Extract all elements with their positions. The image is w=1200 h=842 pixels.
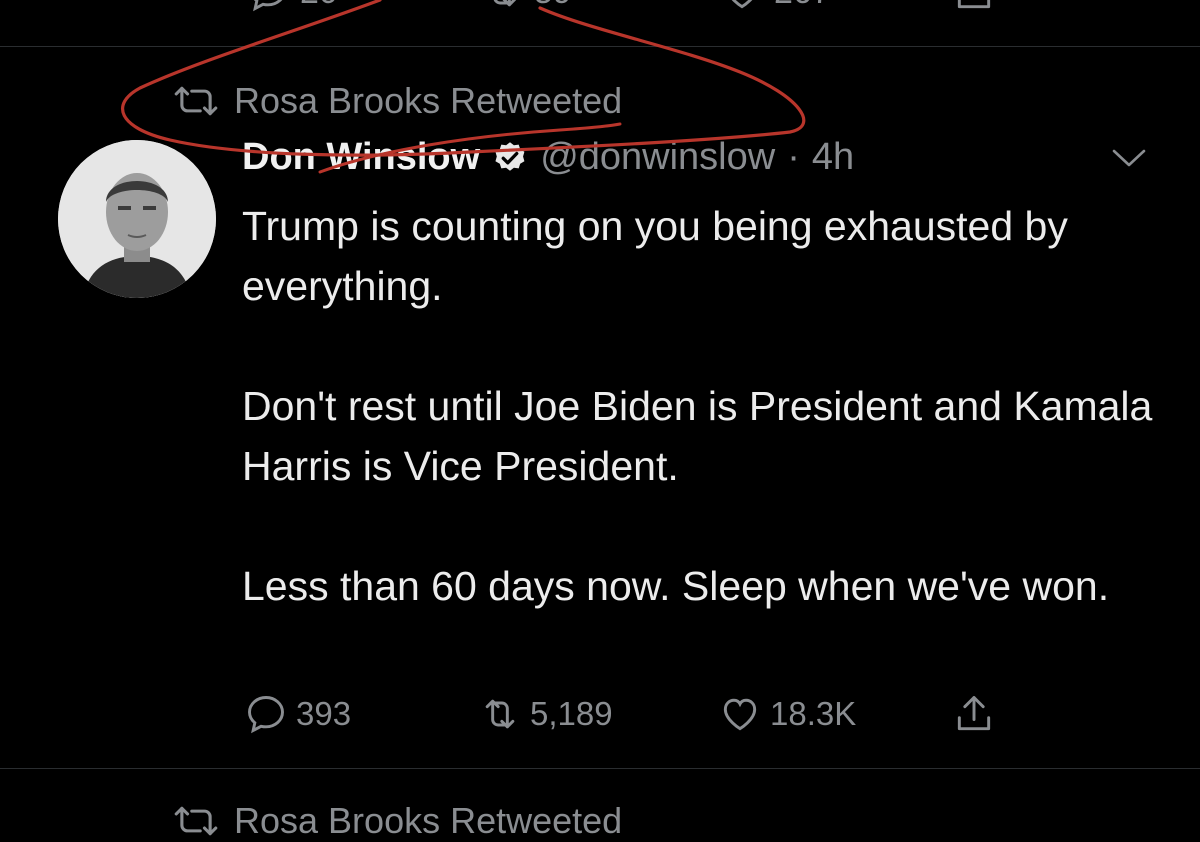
retweet-count: 5,189 bbox=[530, 695, 613, 732]
retweet-icon bbox=[174, 86, 218, 116]
tweet-actions: 393 5,189 18.3K bbox=[0, 692, 1200, 742]
tweet-divider-top bbox=[0, 46, 1200, 47]
reply-count: 393 bbox=[296, 695, 352, 732]
prev-share-button[interactable] bbox=[952, 0, 996, 14]
author-name[interactable]: Don Winslow bbox=[242, 136, 480, 179]
share-icon bbox=[957, 0, 991, 9]
like-icon bbox=[723, 698, 757, 731]
retweet-icon bbox=[174, 806, 218, 836]
reply-icon bbox=[253, 0, 283, 12]
tweet-author-row[interactable]: Don Winslow @donwinslow · 4h bbox=[242, 136, 854, 179]
reply-button[interactable]: 393 bbox=[244, 692, 351, 736]
tweet-timestamp[interactable]: 4h bbox=[812, 136, 854, 179]
tweet-divider-bottom bbox=[0, 768, 1200, 769]
tweet-text: Trump is counting on you being exhausted… bbox=[242, 196, 1162, 616]
tweet-paragraph: Don't rest until Joe Biden is President … bbox=[242, 383, 1153, 489]
prev-like-button[interactable]: 267 bbox=[720, 0, 831, 14]
reply-icon bbox=[248, 696, 284, 734]
retweet-context-label: Rosa Brooks Retweeted bbox=[234, 80, 623, 121]
author-handle[interactable]: @donwinslow bbox=[540, 136, 775, 179]
like-count: 18.3K bbox=[770, 695, 857, 732]
share-icon bbox=[957, 696, 991, 731]
tweet-paragraph: Trump is counting on you being exhausted… bbox=[242, 203, 1068, 309]
retweet-context[interactable]: Rosa Brooks Retweeted bbox=[172, 80, 622, 122]
tweet-paragraph: Less than 60 days now. Sleep when we've … bbox=[242, 563, 1110, 609]
prev-retweet-button[interactable]: 59 bbox=[480, 0, 572, 14]
prev-reply-button[interactable]: 20 bbox=[246, 0, 338, 14]
like-button[interactable]: 18.3K bbox=[718, 692, 856, 736]
meta-separator: · bbox=[787, 136, 800, 178]
prev-reply-count: 20 bbox=[300, 0, 338, 12]
retweet-icon bbox=[493, 0, 517, 7]
prev-retweet-count: 59 bbox=[534, 0, 572, 12]
retweet-button[interactable]: 5,189 bbox=[478, 692, 613, 736]
profile-photo bbox=[58, 140, 216, 298]
previous-tweet-actions: 20 59 267 bbox=[0, 0, 1200, 18]
chevron-down-icon[interactable] bbox=[1110, 146, 1148, 170]
retweet-icon bbox=[485, 699, 515, 729]
share-button[interactable] bbox=[952, 692, 996, 736]
verified-badge-icon bbox=[495, 141, 525, 171]
avatar[interactable] bbox=[58, 140, 216, 298]
like-icon bbox=[731, 0, 753, 9]
prev-like-count: 267 bbox=[774, 0, 831, 12]
